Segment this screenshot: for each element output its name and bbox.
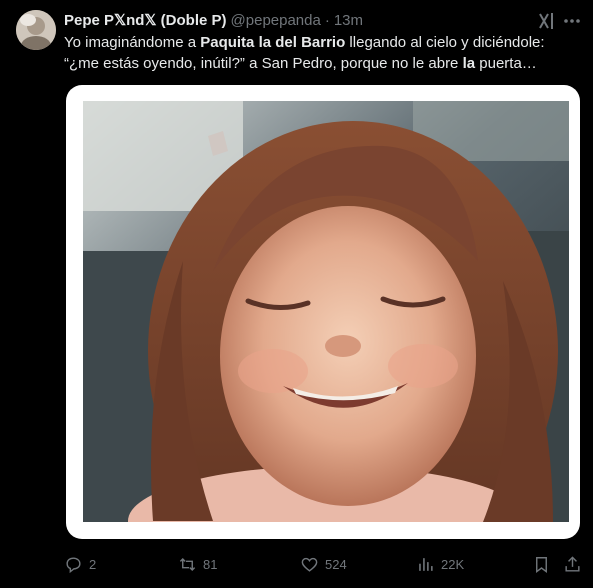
bookmark-icon [536,556,547,573]
author-avatar[interactable] [16,10,56,50]
like-count: 524 [325,556,347,572]
views-button[interactable]: 22K [416,553,464,575]
reply-icon [66,556,81,573]
share-icon [565,555,580,572]
tweet-header: Pepe P𝕏nd𝕏 (Doble P) @pepepanda · 13m [64,10,523,30]
bookmark-button[interactable] [532,553,551,575]
tweet-action-bar: 2 81 524 22K [64,553,584,575]
tweet-text-part: puerta… [475,55,537,72]
tweet-text-bold: Paquita la del Barrio [200,34,346,51]
tweet-text: Yo imaginándome a Paquita la del Barrio … [64,32,579,74]
repost-button[interactable]: 81 [178,553,217,575]
repost-icon [179,557,196,571]
views-icon [419,557,433,571]
author-handle[interactable]: @pepepanda [231,12,321,29]
reply-button[interactable]: 2 [64,553,96,575]
repost-count: 81 [203,556,218,572]
tweet-text-bold: la [462,55,476,72]
grok-icon[interactable] [537,11,557,31]
reply-count: 2 [89,556,97,572]
header-separator: · [324,11,330,29]
author-name[interactable]: Pepe P𝕏nd𝕏 (Doble P) [64,11,227,29]
tweet-timestamp[interactable]: 13m [334,12,363,29]
more-icon[interactable] [562,11,582,31]
heart-icon [301,557,318,572]
like-button[interactable]: 524 [300,553,347,575]
views-count: 22K [441,556,465,572]
tweet-media-image[interactable] [83,101,569,522]
tweet-text-part: Yo imaginándome a [64,34,201,51]
share-button[interactable] [563,553,582,575]
